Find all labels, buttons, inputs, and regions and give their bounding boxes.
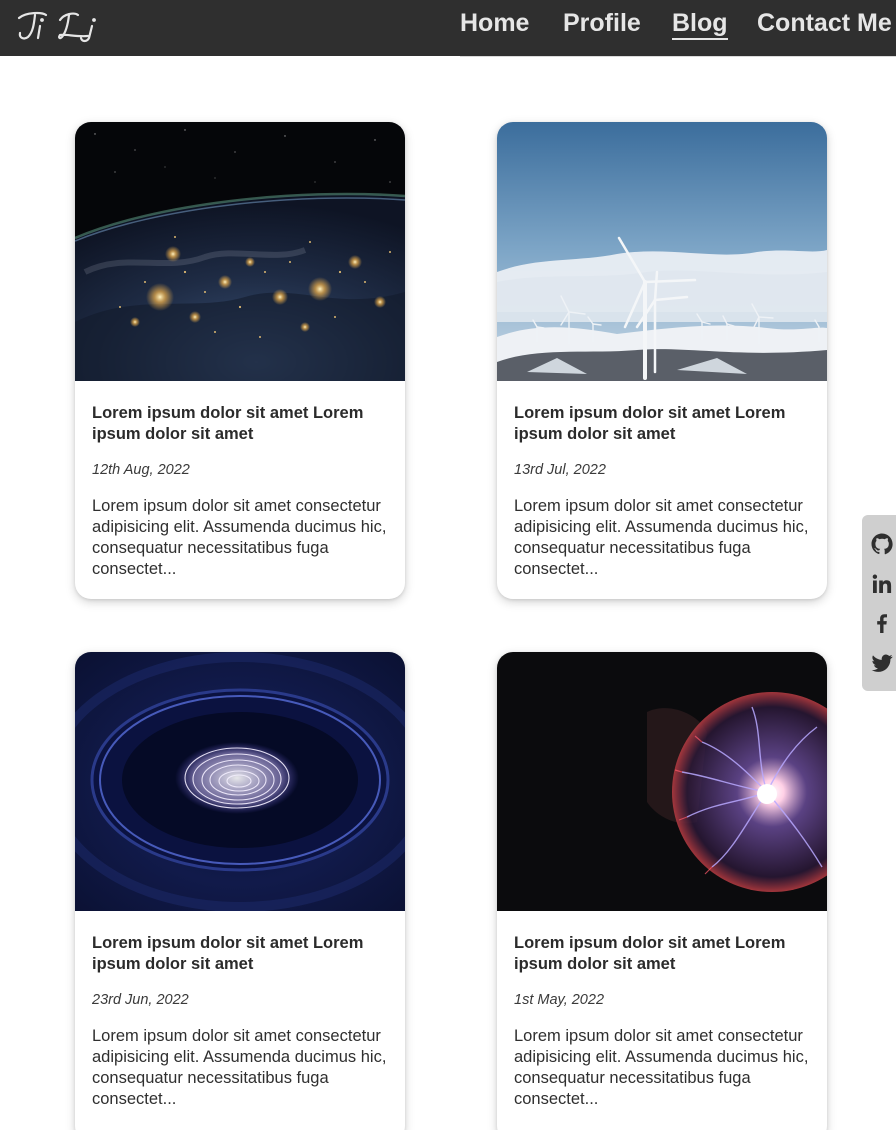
post-title[interactable]: Lorem ipsum dolor sit amet Lorem ipsum d… xyxy=(514,403,810,445)
post-title[interactable]: Lorem ipsum dolor sit amet Lorem ipsum d… xyxy=(514,933,810,975)
post-excerpt: Lorem ipsum dolor sit amet consectetur a… xyxy=(92,497,387,578)
post-excerpt: Lorem ipsum dolor sit amet consectetur a… xyxy=(514,1027,809,1108)
card-body: Lorem ipsum dolor sit amet Lorem ipsum d… xyxy=(75,911,405,1128)
linkedin-icon[interactable] xyxy=(870,572,894,596)
top-navbar: Home Profile Blog Contact Me xyxy=(0,0,896,57)
wind-turbines-image[interactable] xyxy=(497,122,827,381)
post-title[interactable]: Lorem ipsum dolor sit amet Lorem ipsum d… xyxy=(92,403,388,445)
main-nav: Home Profile Blog Contact Me xyxy=(0,8,896,42)
post-date: 13rd Jul, 2022 xyxy=(514,462,606,478)
earth-at-night-image[interactable] xyxy=(75,122,405,381)
navbar-edge xyxy=(460,56,896,57)
nav-profile-link[interactable]: Profile xyxy=(563,8,641,38)
post-title[interactable]: Lorem ipsum dolor sit amet Lorem ipsum d… xyxy=(92,933,388,975)
post-date: 1st May, 2022 xyxy=(514,992,605,1008)
facebook-icon[interactable] xyxy=(870,611,894,635)
blog-card[interactable]: Lorem ipsum dolor sit amet Lorem ipsum d… xyxy=(497,652,827,1130)
twitter-icon[interactable] xyxy=(870,651,894,675)
post-date: 12th Aug, 2022 xyxy=(92,462,190,478)
plasma-ball-image[interactable] xyxy=(497,652,827,911)
blog-card[interactable]: Lorem ipsum dolor sit amet Lorem ipsum d… xyxy=(497,122,827,599)
card-body: Lorem ipsum dolor sit amet Lorem ipsum d… xyxy=(497,911,827,1128)
github-icon[interactable] xyxy=(870,532,894,556)
card-body: Lorem ipsum dolor sit amet Lorem ipsum d… xyxy=(75,381,405,598)
post-excerpt: Lorem ipsum dolor sit amet consectetur a… xyxy=(514,497,809,578)
post-date: 23rd Jun, 2022 xyxy=(92,992,189,1008)
post-excerpt: Lorem ipsum dolor sit amet consectetur a… xyxy=(92,1027,387,1108)
nav-blog-link[interactable]: Blog xyxy=(672,8,728,40)
card-body: Lorem ipsum dolor sit amet Lorem ipsum d… xyxy=(497,381,827,598)
fingerprint-scanner-image[interactable] xyxy=(75,652,405,911)
nav-contact-link[interactable]: Contact Me xyxy=(757,8,892,38)
nav-home-link[interactable]: Home xyxy=(460,8,529,38)
blog-card[interactable]: Lorem ipsum dolor sit amet Lorem ipsum d… xyxy=(75,122,405,599)
blog-card[interactable]: Lorem ipsum dolor sit amet Lorem ipsum d… xyxy=(75,652,405,1130)
social-links-bar xyxy=(862,515,896,691)
